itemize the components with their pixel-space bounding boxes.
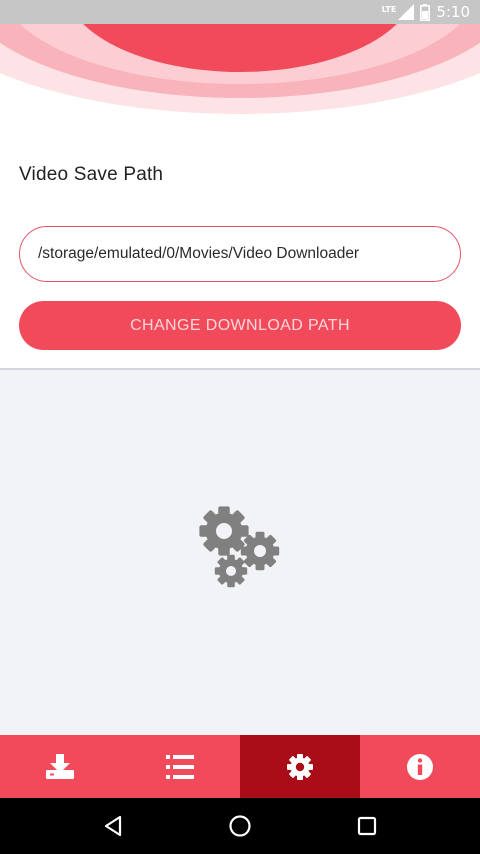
bottom-navigation (0, 735, 480, 798)
header-banner (0, 24, 480, 150)
gears-icon (199, 506, 280, 588)
list-icon (166, 754, 194, 779)
back-button[interactable] (93, 806, 133, 846)
save-path-input[interactable] (19, 226, 461, 282)
battery-icon (420, 3, 431, 21)
section-title: Video Save Path (19, 164, 164, 185)
tab-list[interactable] (120, 735, 240, 798)
change-download-path-button[interactable]: CHANGE DOWNLOAD PATH (19, 301, 461, 350)
tab-info[interactable] (360, 735, 480, 798)
tab-settings[interactable] (240, 735, 360, 798)
network-type-label: LTE (381, 4, 397, 14)
home-button[interactable] (220, 806, 260, 846)
recents-icon (357, 816, 376, 836)
gear-icon (287, 753, 313, 780)
header-wave-graphic (0, 24, 480, 114)
signal-icon (398, 4, 415, 20)
info-icon (407, 753, 433, 780)
tab-download[interactable] (0, 735, 120, 798)
home-icon (229, 815, 251, 837)
clock: 5:10 (436, 3, 470, 21)
divider (0, 368, 480, 370)
status-bar: LTE 5:10 (0, 0, 480, 24)
system-navigation-bar (0, 798, 480, 854)
recents-button[interactable] (347, 806, 387, 846)
back-icon (105, 815, 122, 837)
download-icon (46, 753, 74, 779)
